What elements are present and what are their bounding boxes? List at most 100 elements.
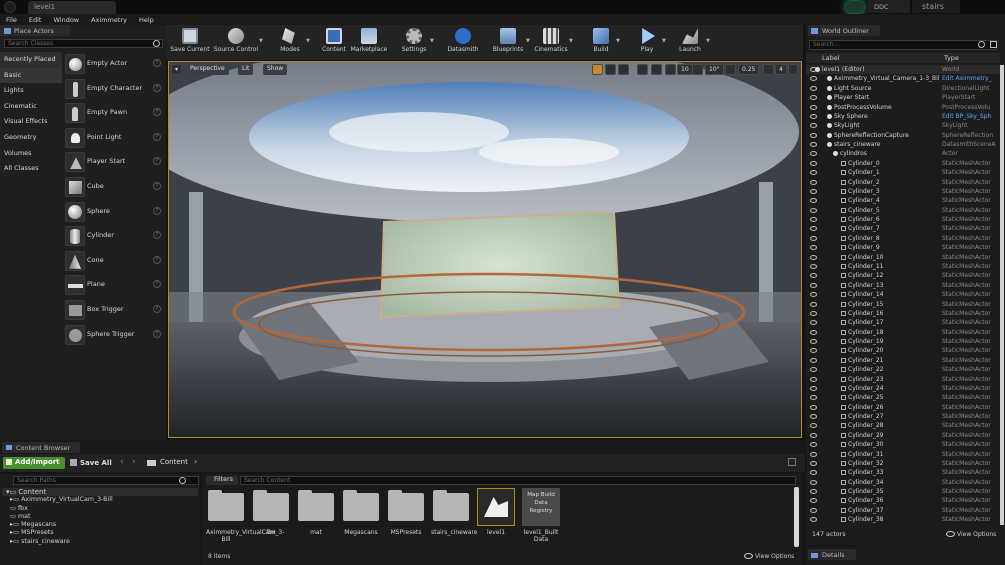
rotation-snap-value[interactable]: 10° xyxy=(705,64,724,75)
maximize-viewport-icon[interactable] xyxy=(788,64,798,75)
modes-button[interactable]: Modes xyxy=(274,25,306,59)
world-local-icon[interactable] xyxy=(637,64,648,75)
translate-tool-icon[interactable] xyxy=(592,64,603,75)
visibility-eye-icon[interactable] xyxy=(810,339,817,345)
visibility-eye-icon[interactable] xyxy=(810,188,817,194)
path-chevron-icon[interactable]: › xyxy=(194,457,197,466)
outliner-row[interactable]: Cylinder_7 StaticMeshActor xyxy=(806,224,1000,233)
actor-item-cone[interactable]: Cone? xyxy=(62,249,166,274)
actor-item-empty-character[interactable]: Empty Character? xyxy=(62,77,166,102)
outliner-row[interactable]: Cylinder_31 StaticMeshActor xyxy=(806,450,1000,459)
launch-button[interactable]: Launch xyxy=(674,25,706,59)
visibility-eye-icon[interactable] xyxy=(810,235,817,241)
outliner-row[interactable]: Cylinder_16 StaticMeshActor xyxy=(806,309,1000,318)
outliner-search-input[interactable]: Search... xyxy=(809,40,997,50)
grid-size-value[interactable]: 10 xyxy=(677,64,693,75)
help-icon[interactable]: ? xyxy=(153,280,161,289)
asset-scrollbar[interactable] xyxy=(794,487,799,547)
actor-item-empty-actor[interactable]: Empty Actor? xyxy=(62,52,166,77)
asset-level1[interactable]: level1 xyxy=(476,488,516,536)
outliner-row[interactable]: Cylinder_27 StaticMeshActor xyxy=(806,412,1000,421)
visibility-eye-icon[interactable] xyxy=(810,217,817,223)
menu-file[interactable]: File xyxy=(0,14,23,25)
outliner-row[interactable]: level1 (Editor) World xyxy=(806,65,1000,75)
level-viewport[interactable] xyxy=(168,61,802,438)
visibility-eye-icon[interactable] xyxy=(810,282,817,288)
visibility-eye-icon[interactable] xyxy=(810,414,817,420)
outliner-row[interactable]: Cylinder_33 StaticMeshActor xyxy=(806,468,1000,477)
viewport-options-icon[interactable]: ▾ xyxy=(171,64,182,75)
play-dropdown-icon[interactable]: ▼ xyxy=(662,38,666,44)
visibility-eye-icon[interactable] xyxy=(810,123,817,129)
outliner-row[interactable]: Cylinder_21 StaticMeshActor xyxy=(806,356,1000,365)
outliner-row[interactable]: Cylinder_25 StaticMeshActor xyxy=(806,393,1000,402)
outliner-row[interactable]: Player Start PlayerStart xyxy=(806,93,1000,102)
content-button[interactable]: Content xyxy=(318,25,350,59)
play-button[interactable]: Play xyxy=(632,25,662,59)
search-content-input[interactable]: Search Content xyxy=(240,476,796,485)
visibility-eye-icon[interactable] xyxy=(810,479,817,485)
outliner-row[interactable]: Cylinder_12 StaticMeshActor xyxy=(806,271,1000,280)
search-paths-input[interactable]: Search Paths xyxy=(13,476,199,485)
category-basic[interactable]: Basic xyxy=(0,67,62,84)
visibility-eye-icon[interactable] xyxy=(810,517,817,523)
scale-tool-icon[interactable] xyxy=(618,64,629,75)
outliner-row[interactable]: Cylinder_0 StaticMeshActor xyxy=(806,159,1000,168)
visibility-eye-icon[interactable] xyxy=(810,348,817,354)
outliner-row[interactable]: Cylinder_5 StaticMeshActor xyxy=(806,206,1000,215)
visibility-eye-icon[interactable] xyxy=(810,207,817,213)
forward-arrow-icon[interactable]: › xyxy=(132,457,136,467)
visibility-eye-icon[interactable] xyxy=(810,132,817,138)
help-icon[interactable]: ? xyxy=(153,329,161,338)
search-icon[interactable] xyxy=(978,41,985,48)
menu-help[interactable]: Help xyxy=(133,14,160,25)
visibility-eye-icon[interactable] xyxy=(810,329,817,335)
menu-edit[interactable]: Edit xyxy=(23,14,48,25)
visibility-eye-icon[interactable] xyxy=(810,385,817,391)
visibility-eye-icon[interactable] xyxy=(810,76,817,82)
build-button[interactable]: Build xyxy=(586,25,616,59)
outliner-row[interactable]: Cylinder_3 StaticMeshActor xyxy=(806,187,1000,196)
asset-level1-built-data[interactable]: Map Build Data Registry level1_Built Dat… xyxy=(521,488,561,543)
outliner-row[interactable]: stairs_cineware DatasmithSceneA xyxy=(806,140,1000,149)
build-dropdown-icon[interactable]: ▼ xyxy=(616,38,620,44)
view-options-button[interactable]: View Options xyxy=(957,531,996,538)
view-options-button[interactable]: View Options xyxy=(755,553,794,560)
path-breadcrumb[interactable]: Content xyxy=(160,458,188,466)
filters-button[interactable]: Filters xyxy=(206,476,238,485)
visibility-eye-icon[interactable] xyxy=(810,442,817,448)
visibility-eye-icon[interactable] xyxy=(810,263,817,269)
visibility-eye-icon[interactable] xyxy=(810,245,817,251)
save-current-button[interactable]: Save Current xyxy=(170,25,210,59)
settings-button[interactable]: Settings xyxy=(398,25,430,59)
help-icon[interactable]: ? xyxy=(153,83,161,92)
outliner-row[interactable]: Cylinder_26 StaticMeshActor xyxy=(806,403,1000,412)
marketplace-button[interactable]: Marketplace xyxy=(350,25,388,59)
asset-folder-mat[interactable]: mat xyxy=(296,490,336,536)
visibility-eye-icon[interactable] xyxy=(810,470,817,476)
category-cinematic[interactable]: Cinematic xyxy=(0,99,62,115)
actor-item-player-start[interactable]: Player Start? xyxy=(62,150,166,175)
outliner-row[interactable]: Aximmetry_Virtual_Camera_1-3_Bil Edit Axi… xyxy=(806,74,1000,83)
visibility-eye-icon[interactable] xyxy=(810,198,817,204)
outliner-row[interactable]: Cylinder_20 StaticMeshActor xyxy=(806,346,1000,355)
help-icon[interactable]: ? xyxy=(153,108,161,117)
place-actors-search[interactable]: Search Classes xyxy=(4,39,163,48)
visibility-eye-icon[interactable] xyxy=(810,301,817,307)
lit-button[interactable]: Lit xyxy=(238,64,254,75)
visibility-eye-icon[interactable] xyxy=(810,151,817,157)
add-import-button[interactable]: Add/Import xyxy=(3,457,65,469)
outliner-row[interactable]: Cylinder_22 StaticMeshActor xyxy=(806,365,1000,374)
outliner-row[interactable]: Cylinder_11 StaticMeshActor xyxy=(806,262,1000,271)
outliner-row[interactable]: Cylinder_2 StaticMeshActor xyxy=(806,178,1000,187)
visibility-eye-icon[interactable] xyxy=(810,310,817,316)
outliner-row[interactable]: Cylinder_1 StaticMeshActor xyxy=(806,168,1000,177)
outliner-row-type[interactable]: Edit Aximmetry_ xyxy=(942,74,992,83)
ddc-button[interactable]: DDC xyxy=(868,0,910,13)
level-tab[interactable]: level1 xyxy=(28,1,116,14)
outliner-row[interactable]: SphereReflectionCapture SphereReflection xyxy=(806,131,1000,140)
tree-item-content[interactable]: ▾▭ Content xyxy=(2,488,198,497)
visibility-eye-icon[interactable] xyxy=(810,432,817,438)
menu-window[interactable]: Window xyxy=(47,14,85,25)
outliner-row[interactable]: Light Source DirectionalLight xyxy=(806,84,1000,93)
